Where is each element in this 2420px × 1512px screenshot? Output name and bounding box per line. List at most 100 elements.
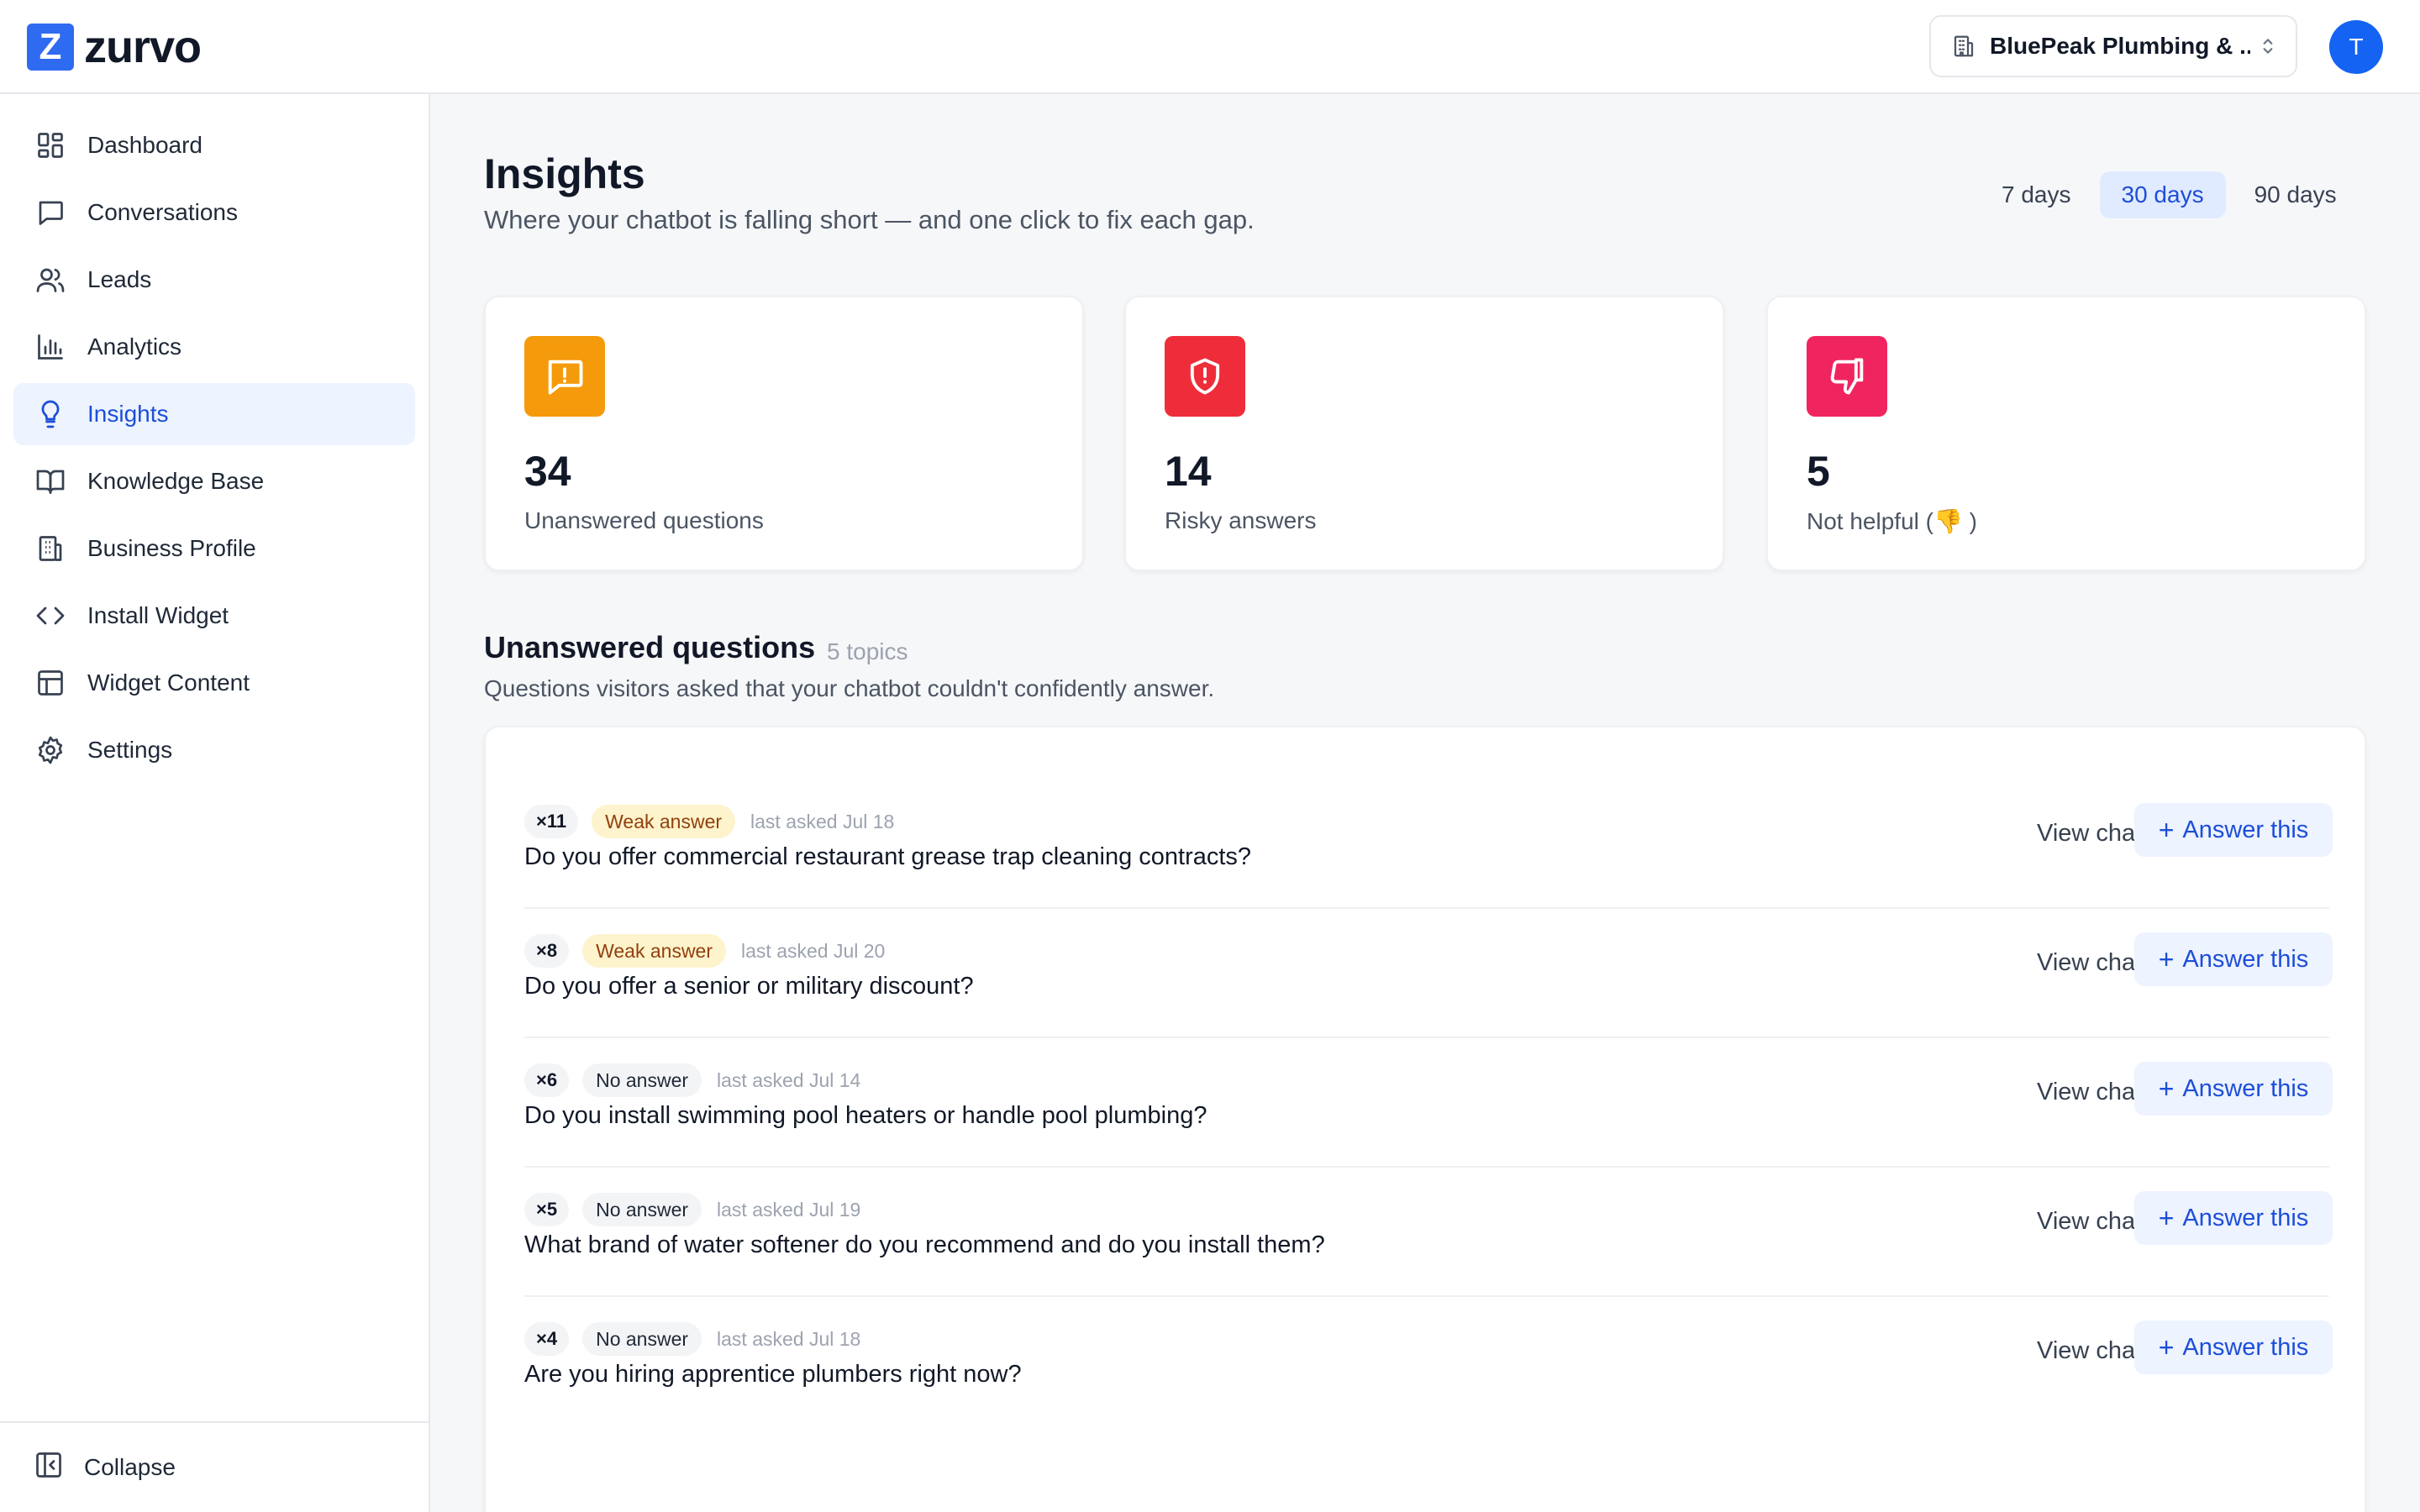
stat-card-risky[interactable]: 14 Risky answers xyxy=(1124,296,1724,571)
answer-this-label: Answer this xyxy=(2182,1204,2309,1231)
status-badge: No answer xyxy=(582,1322,702,1356)
stat-value: 5 xyxy=(1807,448,1830,495)
dashboard-icon xyxy=(34,129,67,162)
book-icon xyxy=(34,465,67,498)
stat-value: 34 xyxy=(524,448,571,495)
chat-bubble-icon xyxy=(34,196,67,229)
question-text: Do you offer commercial restaurant greas… xyxy=(524,843,1252,870)
view-chat-label: View chat xyxy=(2037,1336,2143,1364)
sidebar-item-widget-content[interactable]: Widget Content xyxy=(13,652,415,714)
collapse-sidebar-button[interactable]: Collapse xyxy=(0,1421,429,1512)
range-90-days-button[interactable]: 90 days xyxy=(2233,171,2359,218)
answer-this-label: Answer this xyxy=(2182,816,2309,843)
answer-this-button[interactable]: + Answer this xyxy=(2134,1062,2333,1116)
logo[interactable]: Z zurvo xyxy=(27,22,202,72)
section-description: Questions visitors asked that your chatb… xyxy=(484,675,1215,701)
status-badge: Weak answer xyxy=(582,934,727,968)
sidebar-item-conversations[interactable]: Conversations xyxy=(13,181,415,244)
logo-text: zurvo xyxy=(84,22,202,72)
topics-count: 5 topics xyxy=(827,638,908,664)
last-asked-date: last asked Jul 20 xyxy=(741,939,886,962)
page-subtitle: Where your chatbot is falling short — an… xyxy=(484,205,1255,234)
chevron-up-down-icon xyxy=(2263,39,2273,54)
plus-icon: + xyxy=(2158,1202,2175,1233)
ask-count-badge: ×11 xyxy=(524,805,579,838)
question-meta: ×8 Weak answer last asked Jul 20 xyxy=(524,934,885,968)
lightbulb-icon xyxy=(34,397,67,431)
last-asked-date: last asked Jul 18 xyxy=(717,1327,861,1350)
building-icon xyxy=(34,532,67,565)
ask-count-badge: ×4 xyxy=(524,1322,570,1356)
sidebar-item-business-profile[interactable]: Business Profile xyxy=(13,517,415,580)
sidebar-item-knowledge-base[interactable]: Knowledge Base xyxy=(13,450,415,512)
section-title: Unanswered questions xyxy=(484,630,816,664)
list-item: ×6 No answer last asked Jul 14 Do you in… xyxy=(524,1038,2333,1168)
answer-this-button[interactable]: + Answer this xyxy=(2134,1320,2333,1374)
status-badge: No answer xyxy=(582,1063,702,1097)
date-range-selector: 7 days 30 days 90 days xyxy=(1973,171,2359,218)
range-30-days-button[interactable]: 30 days xyxy=(2099,171,2226,218)
answer-this-label: Answer this xyxy=(2182,1074,2309,1102)
sidebar-item-dashboard[interactable]: Dashboard xyxy=(13,114,415,176)
question-text: Do you install swimming pool heaters or … xyxy=(524,1102,1207,1129)
sidebar-nav: Dashboard Conversations Leads Analytics … xyxy=(13,114,415,786)
last-asked-date: last asked Jul 14 xyxy=(717,1068,861,1091)
bar-chart-icon xyxy=(34,330,67,364)
ask-count-badge: ×6 xyxy=(524,1063,570,1097)
status-badge: No answer xyxy=(582,1193,702,1226)
page-title: Insights xyxy=(484,150,645,197)
sidebar-item-label: Install Widget xyxy=(87,602,229,628)
sidebar-item-label: Leads xyxy=(87,266,152,292)
question-text: Do you offer a senior or military discou… xyxy=(524,973,974,1000)
user-avatar[interactable]: T xyxy=(2329,20,2383,74)
view-chat-label: View chat xyxy=(2037,819,2143,847)
top-bar: Z zurvo BluePeak Plumbing & ... T xyxy=(0,0,2420,94)
sidebar: Dashboard Conversations Leads Analytics … xyxy=(0,94,430,1512)
status-badge: Weak answer xyxy=(592,805,736,838)
stat-label: Unanswered questions xyxy=(524,507,764,533)
sidebar-item-label: Widget Content xyxy=(87,669,250,696)
sidebar-item-label: Analytics xyxy=(87,333,182,360)
shield-alert-icon xyxy=(1165,336,1245,417)
question-text: Are you hiring apprentice plumbers right… xyxy=(524,1361,1022,1388)
main-content: Insights Where your chatbot is falling s… xyxy=(430,94,2420,1512)
stat-label: Risky answers xyxy=(1165,507,1317,533)
answer-this-label: Answer this xyxy=(2182,1333,2309,1361)
sidebar-item-insights[interactable]: Insights xyxy=(13,383,415,445)
organization-switcher[interactable]: BluePeak Plumbing & ... xyxy=(1929,15,2297,77)
question-text: What brand of water softener do you reco… xyxy=(524,1231,1325,1258)
view-chat-label: View chat xyxy=(2037,1207,2143,1235)
sidebar-item-label: Conversations xyxy=(87,199,238,225)
sidebar-item-analytics[interactable]: Analytics xyxy=(13,316,415,378)
sidebar-item-label: Settings xyxy=(87,737,173,763)
question-meta: ×6 No answer last asked Jul 14 xyxy=(524,1063,860,1097)
alert-message-icon xyxy=(524,336,605,417)
sidebar-item-install-widget[interactable]: Install Widget xyxy=(13,585,415,647)
stat-card-unanswered[interactable]: 34 Unanswered questions xyxy=(484,296,1084,571)
view-chat-label: View chat xyxy=(2037,1078,2143,1105)
question-meta: ×5 No answer last asked Jul 19 xyxy=(524,1193,860,1226)
logo-mark: Z xyxy=(27,24,74,71)
answer-this-button[interactable]: + Answer this xyxy=(2134,932,2333,986)
range-7-days-button[interactable]: 7 days xyxy=(1980,171,2093,218)
plus-icon: + xyxy=(2158,1073,2175,1104)
last-asked-date: last asked Jul 19 xyxy=(717,1198,861,1221)
last-asked-date: last asked Jul 18 xyxy=(750,810,895,832)
sidebar-item-label: Knowledge Base xyxy=(87,468,265,494)
plus-icon: + xyxy=(2158,1331,2175,1362)
question-meta: ×11 Weak answer last asked Jul 18 xyxy=(524,805,894,838)
question-meta: ×4 No answer last asked Jul 18 xyxy=(524,1322,860,1356)
collapse-label: Collapse xyxy=(84,1454,176,1480)
list-item: ×8 Weak answer last asked Jul 20 Do you … xyxy=(524,909,2333,1038)
stat-card-not-helpful[interactable]: 5 Not helpful (👎 ) xyxy=(1766,296,2366,571)
unanswered-questions-list: ×11 Weak answer last asked Jul 18 Do you… xyxy=(484,726,2366,1512)
sidebar-item-settings[interactable]: Settings xyxy=(13,719,415,781)
sidebar-collapse-icon xyxy=(34,1450,64,1486)
ask-count-badge: ×5 xyxy=(524,1193,570,1226)
view-chat-label: View chat xyxy=(2037,948,2143,976)
answer-this-button[interactable]: + Answer this xyxy=(2134,803,2333,857)
code-icon xyxy=(34,599,67,633)
sidebar-item-leads[interactable]: Leads xyxy=(13,249,415,311)
answer-this-button[interactable]: + Answer this xyxy=(2134,1191,2333,1245)
organization-name: BluePeak Plumbing & ... xyxy=(1990,33,2250,59)
